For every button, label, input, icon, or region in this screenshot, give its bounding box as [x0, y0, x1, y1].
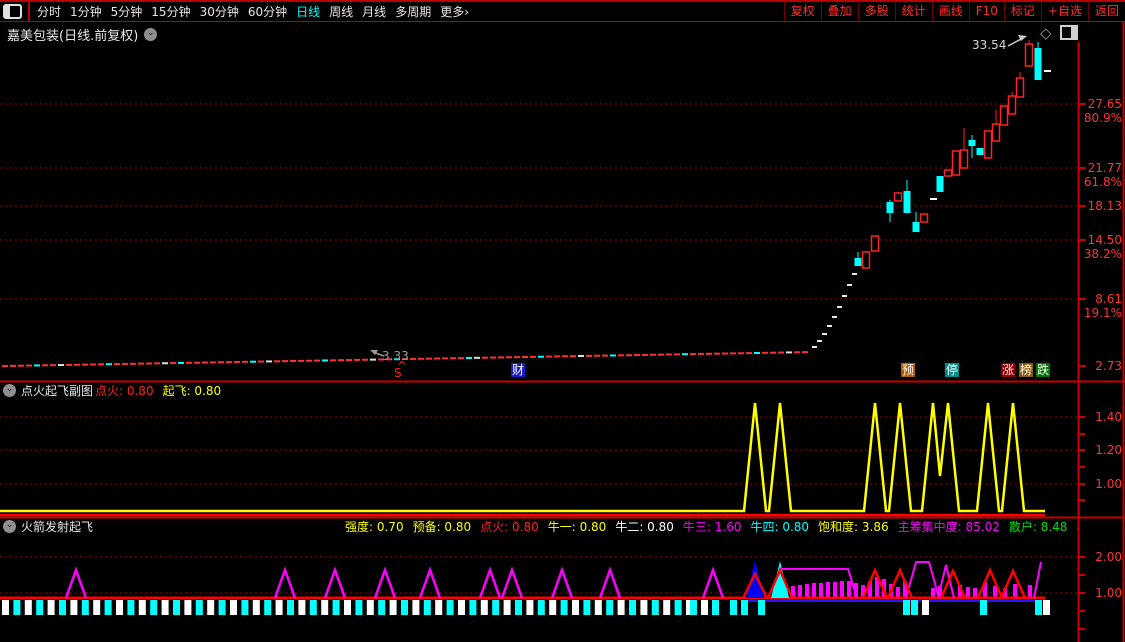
toolbar-divider — [28, 2, 30, 21]
diamond-icon[interactable]: ◇ — [1040, 26, 1052, 40]
pane2-title: 点火起飞副图 — [21, 383, 93, 399]
chevron-down-icon[interactable]: ⌄ — [3, 384, 16, 397]
panel-split-icon[interactable] — [1060, 25, 1078, 40]
toolbar-action-5[interactable]: F10 — [969, 2, 1004, 21]
main-chart — [0, 0, 1125, 642]
toolbar-action-3[interactable]: 统计 — [895, 2, 932, 21]
period-tab-1[interactable]: 1分钟 — [70, 3, 102, 20]
header-value: 牛二: 0.80 — [615, 519, 674, 535]
toolbar-action-6[interactable]: 标记 — [1004, 2, 1041, 21]
toolbar-action-8[interactable]: 返回 — [1088, 2, 1125, 21]
period-tab-0[interactable]: 分时 — [37, 3, 61, 20]
toolbar-action-1[interactable]: 叠加 — [821, 2, 858, 21]
layout-icon[interactable] — [3, 4, 22, 19]
chevron-down-icon[interactable]: ⌄ — [3, 520, 16, 533]
period-tab-2[interactable]: 5分钟 — [111, 3, 143, 20]
app-window: 分时 1分钟 5分钟 15分钟 30分钟 60分钟日线周线月线多周期更多› 复权叠加多股统… — [0, 0, 1125, 642]
header-value: 强度: 0.70 — [345, 519, 404, 535]
period-tab-6[interactable]: 日线 — [296, 3, 320, 20]
period-tab-4[interactable]: 30分钟 — [200, 3, 239, 20]
header-value: 起飞: 0.80 — [163, 383, 222, 399]
period-tab-3[interactable]: 15分钟 — [151, 3, 190, 20]
top-toolbar: 分时 1分钟 5分钟 15分钟 30分钟 60分钟日线周线月线多周期更多› 复权叠加多股统… — [0, 0, 1125, 22]
pane2-values: 点火: 0.80 起飞: 0.80 — [95, 383, 1035, 399]
header-value: 饱和度: 3.86 — [818, 519, 889, 535]
period-tab-5[interactable]: 60分钟 — [248, 3, 287, 20]
header-value: 牛一: 0.80 — [548, 519, 607, 535]
toolbar-action-4[interactable]: 画线 — [932, 2, 969, 21]
pane3-values: 强度: 0.70 预备: 0.80 点火: 0.80 牛一: 0.80 牛二: 0.80… — [345, 519, 1078, 535]
header-value: 点火: 0.80 — [480, 519, 539, 535]
header-value: 点火: 0.80 — [95, 383, 154, 399]
period-tabs: 分时 1分钟 5分钟 15分钟 30分钟 60分钟日线周线月线多周期更多› — [37, 3, 469, 20]
period-tab-10[interactable]: 更多› — [440, 3, 469, 20]
titlebar: 嘉美包装(日线.前复权) ⌄ — [7, 25, 157, 44]
header-value: 雄鹰: 0.80 — [1076, 519, 1078, 535]
chart-corner-icons: ◇ — [1040, 25, 1078, 40]
header-value: 散户: 8.48 — [1009, 519, 1068, 535]
chevron-down-icon[interactable]: ⌄ — [144, 28, 157, 41]
header-value: 主筹集中度: 85.02 — [898, 519, 1000, 535]
toolbar-action-2[interactable]: 多股 — [858, 2, 895, 21]
pane3-title: 火箭发射起飞 — [21, 519, 93, 535]
toolbar-actions: 复权叠加多股统计画线F10标记+自选返回 — [784, 2, 1125, 21]
page-title: 嘉美包装(日线.前复权) — [7, 25, 138, 44]
period-tab-8[interactable]: 月线 — [362, 3, 386, 20]
header-value: 牛三: 1.60 — [683, 519, 742, 535]
toolbar-action-0[interactable]: 复权 — [784, 2, 821, 21]
toolbar-action-7[interactable]: +自选 — [1041, 2, 1088, 21]
header-value: 预备: 0.80 — [413, 519, 472, 535]
header-value: 牛四: 0.80 — [750, 519, 809, 535]
period-tab-9[interactable]: 多周期 — [395, 3, 431, 20]
period-tab-7[interactable]: 周线 — [329, 3, 353, 20]
